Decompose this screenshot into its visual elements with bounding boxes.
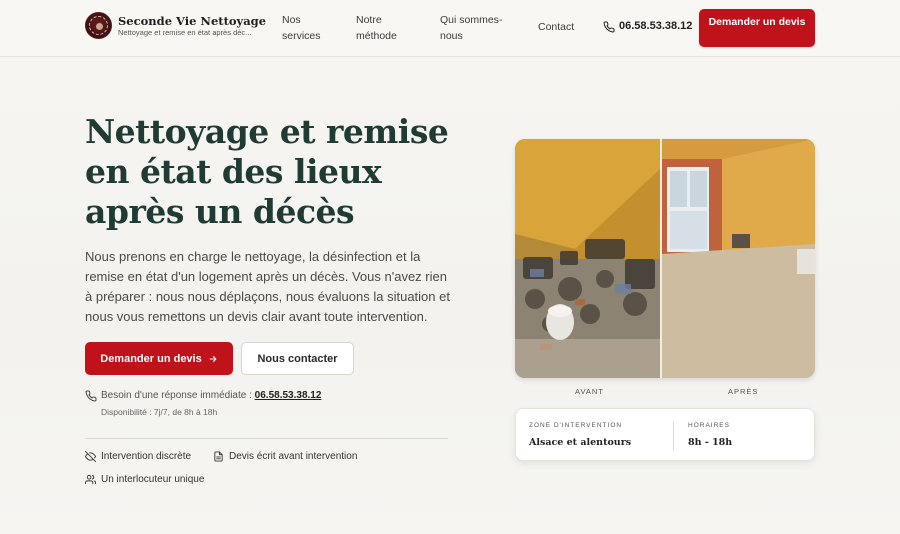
- brand-tagline: Nettoyage et remise en état après déc...: [118, 28, 252, 37]
- nav-services[interactable]: Nos services: [282, 12, 332, 44]
- zone-label: ZONE D'INTERVENTION: [529, 422, 623, 429]
- brand-name[interactable]: Seconde Vie Nettoyage: [118, 14, 266, 28]
- nav-method[interactable]: Notre méthode: [356, 12, 416, 44]
- arrow-right-icon: [209, 355, 217, 362]
- before-caption: AVANT: [575, 387, 604, 396]
- urgent-phone-link[interactable]: 06.58.53.38.12: [255, 390, 322, 401]
- header-phone-link[interactable]: 06.58.53.38.12: [619, 20, 692, 32]
- feature-label: Intervention discrète: [101, 451, 192, 462]
- site-header: Seconde Vie Nettoyage Nettoyage et remis…: [0, 0, 900, 57]
- quote-button-label: Demander un devis: [100, 352, 202, 365]
- urgent-contact-line: Besoin d'une réponse immédiate : 06.58.5…: [101, 390, 321, 401]
- contact-button[interactable]: Nous contacter: [241, 342, 354, 375]
- after-photo: [662, 139, 815, 378]
- hours-label: HORAIRES: [688, 422, 730, 429]
- feature-written-quote: Devis écrit avant intervention: [213, 451, 357, 462]
- document-icon: [214, 451, 223, 462]
- divider: [85, 438, 448, 439]
- eye-off-icon: [85, 451, 96, 462]
- feature-label: Un interlocuteur unique: [101, 474, 205, 485]
- nav-about[interactable]: Qui sommes-nous: [440, 12, 510, 44]
- info-card: ZONE D'INTERVENTION Alsace et alentours …: [515, 408, 815, 461]
- logo[interactable]: [85, 12, 112, 39]
- header-quote-button[interactable]: Demander un devis: [699, 9, 815, 47]
- after-caption: APRÈS: [728, 387, 759, 396]
- availability-text: Disponibilité : 7j/7, de 8h à 18h: [101, 407, 218, 417]
- phone-icon: [85, 390, 97, 402]
- phone-icon: [603, 21, 615, 33]
- zone-value: Alsace et alentours: [529, 437, 632, 448]
- hero-title: Nettoyage et remise en état des lieux ap…: [85, 112, 449, 232]
- nav-contact[interactable]: Contact: [538, 19, 574, 35]
- hours-value: 8h - 18h: [688, 437, 733, 448]
- after-photo-illustration: [662, 139, 815, 378]
- urgent-contact-prefix: Besoin d'une réponse immédiate :: [101, 390, 255, 401]
- before-photo: [515, 139, 660, 378]
- card-divider: [673, 421, 674, 451]
- quote-button[interactable]: Demander un devis: [85, 342, 233, 375]
- hero-title-line: en état des lieux: [85, 152, 382, 191]
- feature-label: Devis écrit avant intervention: [229, 451, 358, 462]
- before-after-gallery: [515, 139, 815, 378]
- logo-emblem: [96, 23, 103, 30]
- hero-title-line: Nettoyage et remise: [85, 112, 449, 151]
- feature-discreet: Intervention discrète: [85, 451, 191, 462]
- before-photo-illustration: [515, 139, 660, 378]
- hero-description: Nous prenons en charge le nettoyage, la …: [85, 249, 450, 324]
- feature-single-contact: Un interlocuteur unique: [85, 474, 204, 485]
- users-icon: [85, 474, 96, 485]
- hero-title-line: après un décès: [85, 192, 355, 231]
